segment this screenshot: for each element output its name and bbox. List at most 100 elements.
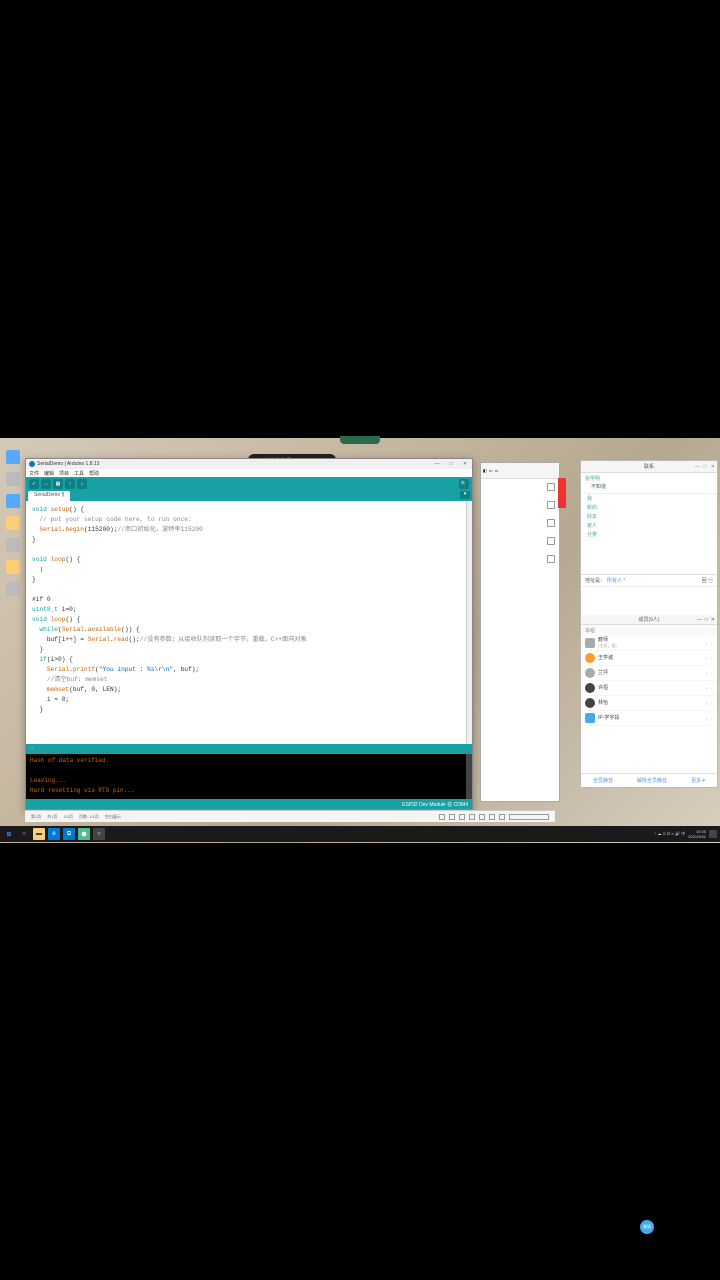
chat-cat[interactable]: 分类 — [581, 530, 717, 539]
chat-close-icon[interactable]: ✕ — [711, 464, 715, 470]
view-icon[interactable] — [469, 814, 475, 820]
contacts-list[interactable]: 本组 教师(主机，我) ♀ ⋮ 王学诚 ♀ ⋮ 兰坪 ♀ ⋮ 许恒 ♀ ⋮ 林怡… — [581, 625, 717, 773]
chat-maximize-icon[interactable]: □ — [704, 464, 707, 470]
view-icon[interactable] — [449, 814, 455, 820]
member-max-icon[interactable]: □ — [705, 615, 708, 625]
menu-sketch[interactable]: 项目 — [59, 470, 69, 477]
addr-icons[interactable]: 回 ㊀ — [702, 577, 713, 584]
tab-bar: SerialDemo § ▾ — [26, 491, 472, 501]
contact-actions[interactable]: ♀ ⋮ — [705, 701, 713, 706]
editor-scrollbar[interactable] — [466, 501, 472, 744]
start-button[interactable]: ⊞ — [3, 828, 15, 840]
zoom-slider[interactable] — [509, 814, 549, 820]
chat-titlebar[interactable]: 联系 — □ ✕ — [581, 461, 717, 473]
addr-label: 地址是： — [585, 577, 605, 584]
verify-button[interactable]: ✓ — [29, 479, 39, 489]
desktop-icon-recycle[interactable] — [6, 472, 20, 486]
browser-tool-icon[interactable] — [547, 501, 555, 509]
contact-actions[interactable]: ♀ ⋮ — [705, 686, 713, 691]
view-icon[interactable] — [489, 814, 495, 820]
chat-address-bar: 地址是： 所有人 * 回 ㊀ — [581, 575, 717, 587]
desktop-icon-file[interactable] — [6, 538, 20, 552]
tray-icons[interactable]: ^ ☁ G ⏻ ∞ 🔊 中 — [655, 831, 686, 837]
contact-item[interactable]: 王学诚 ♀ ⋮ — [581, 651, 717, 666]
close-button[interactable]: ✕ — [461, 461, 469, 467]
minimize-button[interactable]: — — [433, 461, 441, 467]
members-title: 成员(9人) — [638, 617, 659, 623]
browser-tool-icon[interactable] — [547, 519, 555, 527]
tab-menu-button[interactable]: ▾ — [460, 491, 470, 499]
contact-item[interactable]: 许恒 ♀ ⋮ — [581, 681, 717, 696]
member-min-icon[interactable]: — — [697, 615, 702, 625]
taskbar-app[interactable]: ⬢ — [78, 828, 90, 840]
upload-button[interactable]: → — [41, 479, 51, 489]
tab-icon: ▭ — [489, 468, 493, 473]
red-app-strip — [558, 478, 566, 508]
contact-actions[interactable]: ♀ ⋮ — [705, 656, 713, 661]
desktop-icon-folder2[interactable] — [6, 560, 20, 574]
chat-cat[interactable]: 家人 — [581, 521, 717, 530]
contact-actions[interactable]: ♀ ⋮ — [705, 716, 713, 721]
view-icon[interactable] — [459, 814, 465, 820]
taskbar-vscode[interactable]: ⧉ — [63, 828, 75, 840]
page-info: 第1页 — [31, 814, 41, 820]
contact-item[interactable]: IP-学字段 ♀ ⋮ — [581, 711, 717, 726]
view-icon[interactable] — [479, 814, 485, 820]
menu-file[interactable]: 文件 — [29, 470, 39, 477]
browser-tool-icon[interactable] — [547, 537, 555, 545]
toolbar: ✓ → ▦ ↑ ↓ 🔍 — [26, 477, 472, 491]
invite-bubble[interactable]: 邀请 — [640, 1220, 654, 1234]
avatar — [585, 698, 595, 708]
board-info: ESP32 Dev Module 在 COM4 — [402, 801, 468, 808]
console-output[interactable]: Hash of data verified. Leaving... Hard r… — [26, 754, 472, 799]
notification-icon[interactable] — [709, 830, 717, 838]
contact-item[interactable]: 兰坪 ♀ ⋮ — [581, 666, 717, 681]
chat-cat[interactable]: 好友 — [581, 512, 717, 521]
maximize-button[interactable]: □ — [447, 461, 455, 467]
view-icon[interactable] — [439, 814, 445, 820]
contact-actions[interactable]: ♀ ⋮ — [705, 641, 713, 646]
taskbar-browser[interactable]: ○ — [93, 828, 105, 840]
unmute-all-button[interactable]: 解除全员静音 — [637, 777, 667, 784]
chat-current[interactable]: 张学明 不知道 — [581, 473, 717, 494]
open-button[interactable]: ↑ — [65, 479, 75, 489]
menu-help[interactable]: 帮助 — [89, 470, 99, 477]
desktop-icon-app[interactable] — [6, 494, 20, 508]
console-scrollbar[interactable] — [466, 754, 472, 799]
browser-tool-icon[interactable] — [547, 555, 555, 563]
browser-tabs[interactable]: ◧ ▭ ▭ — [481, 463, 559, 479]
contact-actions[interactable]: ♀ ⋮ — [705, 671, 713, 676]
desktop-icon-file2[interactable] — [6, 582, 20, 596]
menu-edit[interactable]: 编辑 — [44, 470, 54, 477]
serial-monitor-button[interactable]: 🔍 — [459, 479, 469, 489]
new-button[interactable]: ▦ — [53, 479, 63, 489]
search-button[interactable]: ○ — [18, 828, 30, 840]
contact-item[interactable]: 教师(主机，我) ♀ ⋮ — [581, 636, 717, 651]
browser-tool-icon[interactable] — [547, 483, 555, 491]
chat-title-text: 联系 — [644, 463, 654, 470]
chat-bottom-bar: 全员静音 解除全员静音 更多 ▾ — [581, 773, 717, 787]
member-close-icon[interactable]: ✕ — [711, 615, 715, 625]
desktop-icon-folder[interactable] — [6, 516, 20, 530]
window-titlebar[interactable]: SerialDemo | Arduino 1.8.13 — □ ✕ — [26, 459, 472, 469]
system-tray[interactable]: ^ ☁ G ⏻ ∞ 🔊 中 19:35 2021/3/31 — [655, 829, 717, 839]
taskbar-edge[interactable]: e — [48, 828, 60, 840]
sketch-tab[interactable]: SerialDemo § — [28, 491, 70, 501]
save-button[interactable]: ↓ — [77, 479, 87, 489]
desktop-icon-computer[interactable] — [6, 450, 20, 464]
members-header[interactable]: 成员(9人) — □ ✕ — [581, 615, 717, 625]
clock[interactable]: 19:35 2021/3/31 — [688, 829, 706, 839]
view-icon[interactable] — [499, 814, 505, 820]
chat-cat[interactable]: 我 — [581, 494, 717, 503]
mute-all-button[interactable]: 全员静音 — [593, 777, 613, 784]
addr-target[interactable]: 所有人 * — [607, 577, 625, 584]
browser-window[interactable]: ◧ ▭ ▭ — [480, 462, 560, 802]
contact-item[interactable]: 林怡 ♀ ⋮ — [581, 696, 717, 711]
window-title: SerialDemo | Arduino 1.8.13 — [37, 461, 99, 467]
chat-minimize-icon[interactable]: — — [695, 464, 700, 470]
chat-cat[interactable]: 新的 — [581, 503, 717, 512]
taskbar-explorer[interactable]: ▬ — [33, 828, 45, 840]
code-editor[interactable]: void setup() { // put your setup code he… — [26, 501, 472, 744]
more-button[interactable]: 更多 ▾ — [691, 777, 705, 784]
menu-tools[interactable]: 工具 — [74, 470, 84, 477]
